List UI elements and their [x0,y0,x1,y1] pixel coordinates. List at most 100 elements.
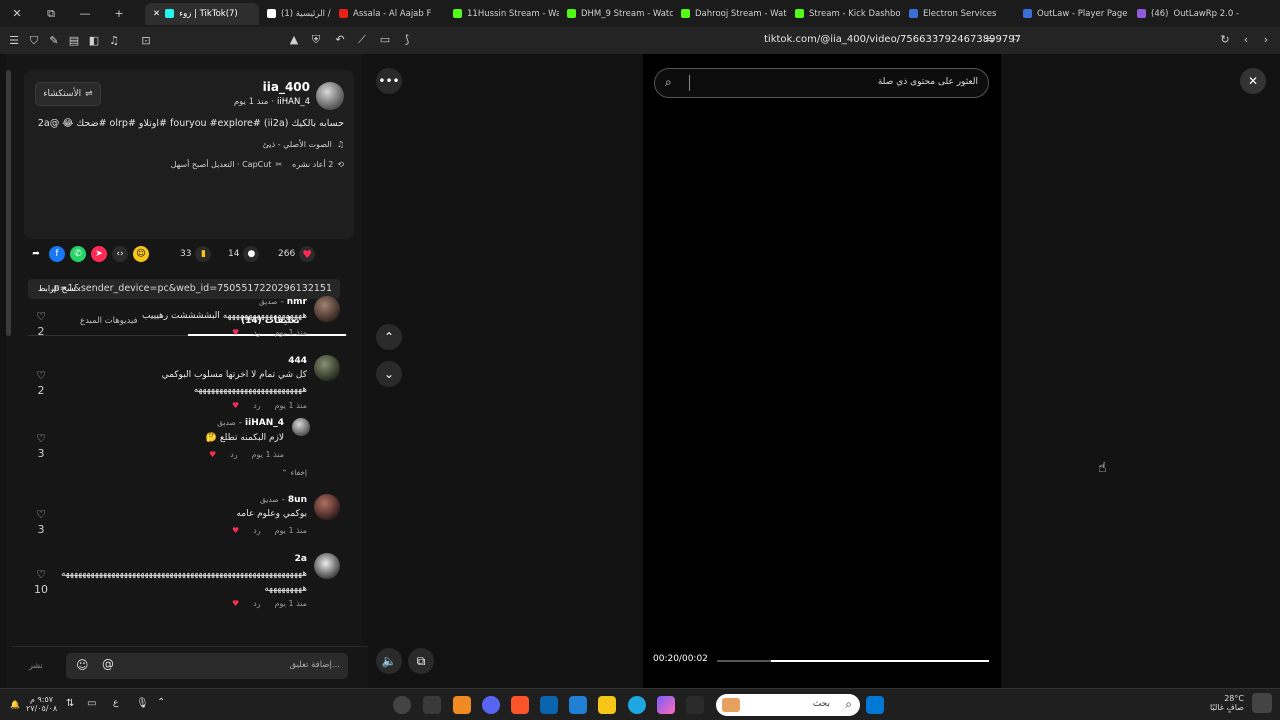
more-options-icon[interactable]: ••• [376,68,402,94]
reply-button[interactable]: رد [253,526,260,535]
avatar[interactable] [314,355,340,381]
taskbar-search[interactable]: بحث ⌕ [716,694,860,716]
share-more-icon[interactable]: ☺ [133,246,149,262]
miniplayer-icon[interactable]: ⧉ [408,648,434,674]
share-arrow-icon[interactable]: ➦ [28,246,44,262]
reply-button[interactable]: رد [253,328,260,337]
discord-icon[interactable] [482,696,500,714]
related-search-input[interactable]: ⌕ العثور على محتوى ذي صلة [654,68,989,98]
file-explorer-icon[interactable] [598,696,616,714]
brush-icon[interactable]: ✎ [44,34,64,47]
chevron-up-icon[interactable]: ⌃ [157,697,165,708]
video-player[interactable]: 00:20/00:02 [643,54,1001,688]
comment-input[interactable]: ☺ @ إضافة تعليق... [66,653,348,679]
store-icon[interactable] [569,696,587,714]
tabs-icon[interactable]: ▤ [64,34,84,47]
restore-window-icon[interactable]: ⧉ [34,7,68,21]
previous-video-button[interactable]: ⌃ [376,324,402,350]
whatsapp-icon[interactable]: ✆ [70,246,86,262]
reply-button[interactable]: رد [253,599,260,608]
reload-icon[interactable]: ↻ [1215,33,1235,46]
save-action[interactable]: 33 ▮ [180,246,212,262]
close-tab-icon[interactable]: ✕ [153,9,160,19]
facebook-icon[interactable]: f [49,246,65,262]
app-icon-terminal[interactable] [423,696,441,714]
emoji-icon[interactable]: ☺ [76,658,89,672]
brave-rewards-icon[interactable]: ▲ [284,33,304,46]
tab-kick-dashboard[interactable]: Stream - Kick Dashboa [787,3,901,25]
comment-like-icon[interactable]: ♡ [34,369,48,382]
menu-icon[interactable]: ☰ [4,34,24,47]
network-icon[interactable]: ⇅ [66,698,74,709]
capcut-info[interactable]: ✂ CapCut · التعديل أصبح أسهل [171,160,282,169]
comment-like-icon[interactable]: ♡ [34,432,48,445]
avatar[interactable] [292,418,310,436]
send-icon[interactable]: ➤ [91,246,107,262]
music-icon[interactable]: ♫ [104,34,124,47]
creator-avatar[interactable] [316,82,344,110]
tab-kick-11hussin[interactable]: 11Hussin Stream - Wat [445,3,559,25]
cast-icon[interactable]: ▭ [375,33,395,46]
microphone-icon[interactable]: 🎙 [136,698,149,709]
creator-handle[interactable]: iiHAN_4 [277,97,310,107]
tab-kick-dahrooj[interactable]: Dahrooj Stream - Watc [673,3,787,25]
comment-user[interactable]: 444 [288,356,307,366]
comment-user[interactable]: 8un [288,495,307,505]
embed-icon[interactable]: ‹› [112,246,128,262]
pen-icon[interactable]: ⟋ [352,33,372,47]
hide-replies-button[interactable]: إخفاء ⌃ [281,468,307,477]
reposts-info[interactable]: ⟲ 2 أعاد نشره [292,160,344,169]
language-indicator[interactable]: ع [113,698,118,708]
avatar[interactable] [314,494,340,520]
brave-icon[interactable] [511,696,529,714]
windows-start-icon[interactable] [866,696,884,714]
avatar[interactable] [314,553,340,579]
comment-action[interactable]: 14 ● [228,246,260,262]
next-video-button[interactable]: ⌄ [376,361,402,387]
app-icon-dark[interactable] [686,696,704,714]
reply-button[interactable]: رد [230,450,237,459]
post-comment-button[interactable]: نشر [29,661,43,670]
weather-widget[interactable]: 28°C صافٍ غالبًا [1210,694,1244,712]
video-progress-bar[interactable] [717,660,989,662]
tab-electron[interactable]: Electron Services [901,3,1015,25]
sound-row[interactable]: ♫ الصوت الأصلي - ذيئ [263,140,344,149]
comment-user[interactable]: iiHAN_4 [245,418,284,428]
comment-user[interactable]: nmr [287,297,307,307]
clock[interactable]: 🔔 ٩:٥٧ م ٢٧/٠٥/٠٨ [10,695,57,713]
site-settings-icon[interactable]: ⇋ [980,33,1000,46]
new-tab-icon[interactable]: + [102,7,136,20]
mention-icon[interactable]: @ [102,657,114,671]
edge-icon[interactable] [628,696,646,714]
app-icon-circle[interactable] [393,696,411,714]
close-icon[interactable]: ✕ [1240,68,1266,94]
wallet-icon[interactable]: ⟆ [397,33,417,46]
creator-username[interactable]: iia_400 [263,80,310,94]
tab-youtube[interactable]: Assala - Al Aajab F [331,3,445,25]
back-arrow-icon[interactable]: ↶ [330,33,350,46]
comment-like-icon[interactable]: ♡ [34,568,48,581]
outlook-icon[interactable] [540,696,558,714]
comment-like-icon[interactable]: ♡ [34,310,48,323]
explore-button[interactable]: الأستكشاء ⇌ [35,82,101,106]
tab-outlaw-player[interactable]: OutLaw - Player Page [1015,3,1129,25]
minimize-window-icon[interactable]: — [68,7,102,20]
scrollbar[interactable] [6,70,11,336]
brave-shield-icon[interactable]: ⛨ [306,33,326,47]
bookmark-icon[interactable]: ⚐ [1006,33,1026,46]
battery-icon[interactable]: ▭ [87,698,96,709]
like-action[interactable]: 266 ♥ [278,246,316,262]
shield-icon[interactable]: ⛉ [24,34,44,48]
search-icon[interactable]: ⌕ [665,75,672,90]
screenshot-icon[interactable]: ⊡ [136,34,156,47]
sidebar-icon[interactable]: ◧ [84,34,104,47]
volume-icon[interactable]: 🔈 [376,648,402,674]
tab-tiktok[interactable]: ✕ زوء | TikTok(7) [145,2,259,25]
copilot-icon[interactable] [657,696,675,714]
tab-creator-videos[interactable]: فيديوهات المبدع [80,316,138,326]
close-window-icon[interactable]: ✕ [0,7,34,20]
reply-button[interactable]: رد [253,401,260,410]
avatar[interactable] [314,296,340,322]
tab-outlawrp-live[interactable]: (46) OutLawRp 2.0 - Live [1129,3,1239,25]
back-icon[interactable]: ‹ [1236,33,1256,46]
